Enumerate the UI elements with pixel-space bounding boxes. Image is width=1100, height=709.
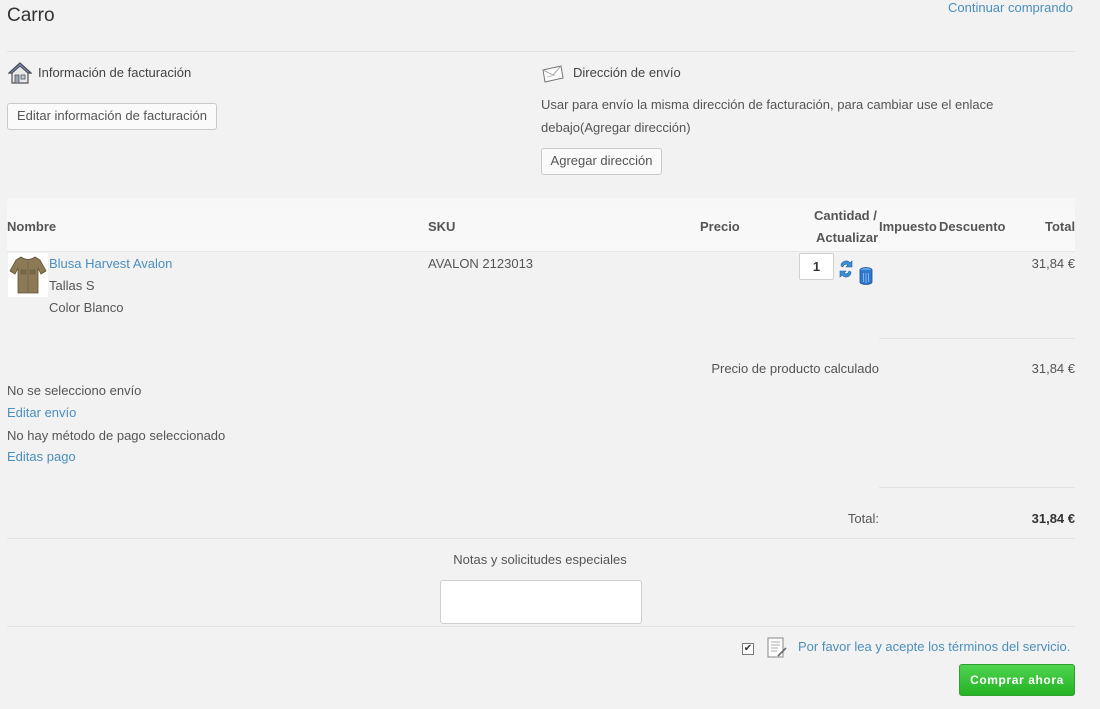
page-title: Carro [7, 5, 55, 26]
envelope-icon [541, 64, 565, 84]
column-header-name: Nombre [7, 219, 57, 234]
column-header-total: Total [1045, 219, 1076, 234]
terms-checkbox[interactable]: ✔ [742, 643, 754, 655]
total-value: 31,84 € [1031, 511, 1075, 526]
document-icon [766, 636, 788, 660]
column-header-sku: SKU [428, 219, 456, 234]
notes-label: Notas y solicitudes especiales [453, 552, 627, 567]
shipping-status: No se selecciono envío [7, 383, 142, 398]
shipping-note-line1: Usar para envío la misma dirección de fa… [541, 97, 994, 112]
divider [879, 487, 1075, 488]
quantity-input[interactable]: 1 [799, 253, 834, 280]
product-thumbnail[interactable] [8, 253, 48, 297]
product-price-value: 31,84 € [1031, 361, 1075, 376]
cart-page: Carro Continuar comprando Información de… [0, 0, 1100, 709]
product-sku: AVALON 2123013 [428, 256, 534, 271]
edit-billing-button[interactable]: Editar información de facturación [7, 103, 217, 130]
divider [879, 338, 1075, 339]
continue-shopping-link[interactable]: Continuar comprando [948, 0, 1073, 15]
total-label: Total: [847, 511, 879, 526]
divider [7, 51, 1075, 52]
product-attribute-size: Tallas S [49, 278, 95, 293]
column-header-quantity-line2: Actualizar [816, 230, 879, 245]
column-header-quantity-line1: Cantidad / [814, 208, 877, 223]
edit-shipping-link[interactable]: Editar envío [7, 405, 76, 420]
refresh-icon[interactable] [838, 258, 854, 280]
trash-icon[interactable] [858, 266, 874, 286]
shipping-note-line2: debajo(Agregar dirección) [541, 120, 691, 135]
terms-link[interactable]: Por favor lea y acepte los términos del … [798, 639, 1070, 654]
shipping-title: Dirección de envío [573, 65, 681, 80]
product-name-link[interactable]: Blusa Harvest Avalon [49, 256, 172, 271]
edit-payment-link[interactable]: Editas pago [7, 449, 76, 464]
product-attribute-color: Color Blanco [49, 300, 124, 315]
payment-status: No hay método de pago seleccionado [7, 428, 226, 443]
divider [7, 538, 1075, 539]
column-header-tax: Impuesto [879, 219, 937, 234]
product-price-label: Precio de producto calculado [711, 361, 879, 376]
column-header-discount: Descuento [939, 219, 1006, 234]
row-total: 31,84 € [1031, 256, 1075, 271]
column-header-price: Precio [700, 219, 740, 234]
notes-textarea[interactable] [440, 580, 642, 624]
billing-title: Información de facturación [38, 65, 192, 80]
add-address-button[interactable]: Agregar dirección [541, 148, 662, 175]
house-icon [7, 61, 33, 85]
buy-now-button[interactable]: Comprar ahora [959, 664, 1075, 696]
divider [7, 626, 1075, 627]
